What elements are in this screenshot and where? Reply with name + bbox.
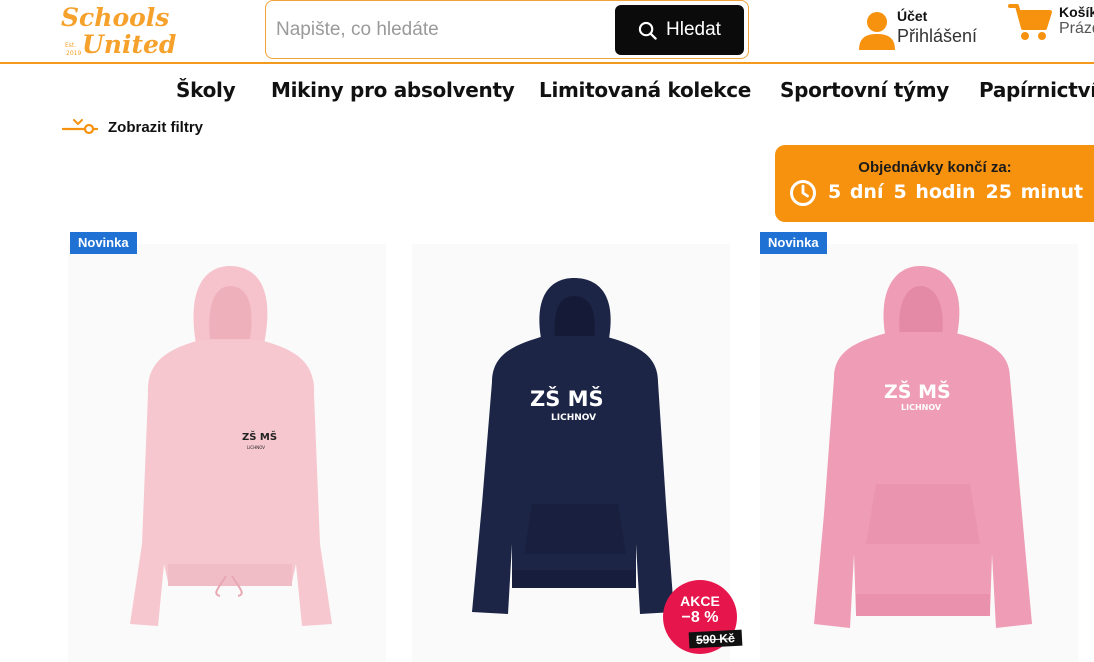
cart-sublabel: Prázdný <box>1059 20 1094 37</box>
product-card[interactable]: Novinka ZŠ MŠ LICHNOV <box>68 232 398 662</box>
search-bar: Hledat <box>265 0 749 59</box>
logo-text-line1: Schools <box>61 3 169 32</box>
filter-sliders-icon <box>62 119 98 135</box>
account-link[interactable]: Účet Přihlášení <box>856 6 996 54</box>
nav-item-mikiny-pro-absolventy[interactable]: Mikiny pro absolventy <box>271 78 515 102</box>
logo-year: 2019 <box>66 50 81 57</box>
hoodie-image-pink: ZŠ MŠ LICHNOV <box>760 244 1078 662</box>
user-icon <box>859 12 895 50</box>
print-logo-main: ZŠ MŠ <box>530 386 604 411</box>
countdown-days: 5 dní <box>828 181 884 203</box>
countdown-hours: 5 hodin <box>893 181 976 203</box>
cart-link[interactable]: Košík Prázdný <box>1006 0 1094 50</box>
order-countdown-banner: Objednávky končí za: 5 dní 5 hodin 25 minu… <box>775 145 1094 222</box>
old-price: 590 Kč <box>688 629 743 649</box>
nav-item-limitovana-kolekce[interactable]: Limitovaná kolekce <box>539 78 751 102</box>
product-image[interactable]: ZŠ MŠ LICHNOV <box>760 244 1078 662</box>
print-logo-sub: LICHNOV <box>551 413 596 423</box>
show-filters-label: Zobrazit filtry <box>108 118 204 136</box>
cart-label: Košík <box>1059 4 1094 20</box>
new-badge: Novinka <box>760 232 827 254</box>
new-badge: Novinka <box>70 232 137 254</box>
cart-icon <box>1008 4 1052 40</box>
sale-discount: −8 % <box>681 609 719 626</box>
logo-est: Est. <box>65 42 76 49</box>
account-label: Účet <box>897 8 928 24</box>
nav-item-skoly[interactable]: Školy <box>176 78 236 102</box>
clock-icon <box>790 180 816 206</box>
print-logo-main: ZŠ MŠ <box>242 430 277 443</box>
hoodie-image-light-pink: ZŠ MŠ LICHNOV <box>68 244 386 662</box>
sale-label: AKCE <box>680 593 720 609</box>
countdown-time: 5 dní5 hodin25 minut2 <box>828 181 1094 203</box>
countdown-minutes: 25 minut <box>985 181 1084 203</box>
search-input[interactable] <box>276 11 606 49</box>
product-card[interactable]: Novinka ZŠ MŠ LICHNOV <box>760 232 1090 662</box>
schools-united-logo[interactable]: Schools United Est. 2019 <box>58 0 178 60</box>
nav-item-papirnictvi[interactable]: Papírnictví <box>979 78 1094 102</box>
nav-item-sportovni-tymy[interactable]: Sportovní týmy <box>780 78 949 102</box>
search-button[interactable]: Hledat <box>615 5 744 55</box>
site-header: Schools United Est. 2019 Hledat Účet Při… <box>0 0 1094 64</box>
account-sublabel: Přihlášení <box>897 26 978 46</box>
logo-text-line2: United <box>82 30 176 59</box>
search-icon <box>638 21 657 40</box>
show-filters-button[interactable]: Zobrazit filtry <box>62 113 203 141</box>
print-logo-sub: LICHNOV <box>247 445 265 450</box>
print-logo-sub: LICHNOV <box>901 403 942 412</box>
search-button-label: Hledat <box>666 19 721 40</box>
countdown-title: Objednávky končí za: <box>858 159 1012 176</box>
product-image[interactable]: ZŠ MŠ LICHNOV <box>68 244 386 662</box>
print-logo-main: ZŠ MŠ <box>884 379 951 403</box>
main-navigation: Školy Mikiny pro absolventy Limitovaná k… <box>0 64 1094 116</box>
